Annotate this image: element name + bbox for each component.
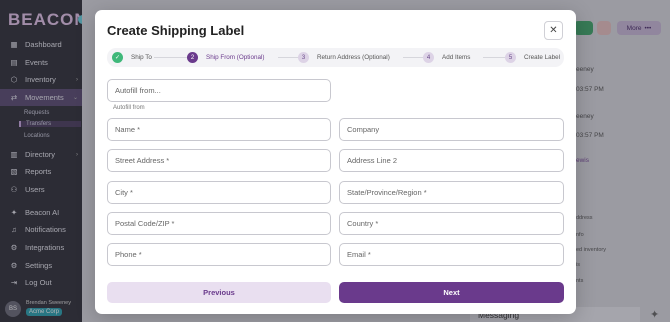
step-number: 4: [423, 52, 434, 63]
step-number: 2: [187, 52, 198, 63]
check-icon: ✓: [112, 52, 123, 63]
phone-field[interactable]: Phone *: [107, 243, 331, 266]
email-field[interactable]: Email *: [339, 243, 564, 266]
next-button[interactable]: Next: [339, 282, 564, 303]
autofill-input[interactable]: Autofill from...: [107, 79, 331, 102]
close-icon: ✕: [549, 25, 558, 36]
previous-button[interactable]: Previous: [107, 282, 331, 303]
address-line-2-field[interactable]: Address Line 2: [339, 149, 564, 172]
step-create-label[interactable]: 5 Create Label: [505, 48, 560, 67]
close-button[interactable]: ✕: [544, 21, 563, 40]
step-label: Create Label: [524, 54, 561, 61]
company-field[interactable]: Company: [339, 118, 564, 141]
step-return-address[interactable]: 3 Return Address (Optional): [298, 48, 390, 67]
step-number: 5: [505, 52, 516, 63]
step-number: 3: [298, 52, 309, 63]
autofill-hint: Autofill from: [113, 105, 145, 111]
step-label: Ship To: [131, 54, 152, 61]
step-ship-from[interactable]: 2 Ship From (Optional): [187, 48, 264, 67]
step-ship-to[interactable]: ✓ Ship To: [112, 48, 152, 67]
create-shipping-label-dialog: Create Shipping Label ✕ ✓ Ship To 2 Ship…: [95, 10, 576, 314]
postal-code-field[interactable]: Postal Code/ZIP *: [107, 212, 331, 235]
country-field[interactable]: Country *: [339, 212, 564, 235]
state-field[interactable]: State/Province/Region *: [339, 181, 564, 204]
name-field[interactable]: Name *: [107, 118, 331, 141]
street-address-field[interactable]: Street Address *: [107, 149, 331, 172]
stepper: ✓ Ship To 2 Ship From (Optional) 3 Retur…: [107, 48, 564, 67]
city-field[interactable]: City *: [107, 181, 331, 204]
step-label: Ship From (Optional): [206, 54, 265, 61]
dialog-title: Create Shipping Label: [107, 23, 245, 38]
step-label: Add Items: [442, 54, 471, 61]
step-add-items[interactable]: 4 Add Items: [423, 48, 470, 67]
step-label: Return Address (Optional): [317, 54, 390, 61]
